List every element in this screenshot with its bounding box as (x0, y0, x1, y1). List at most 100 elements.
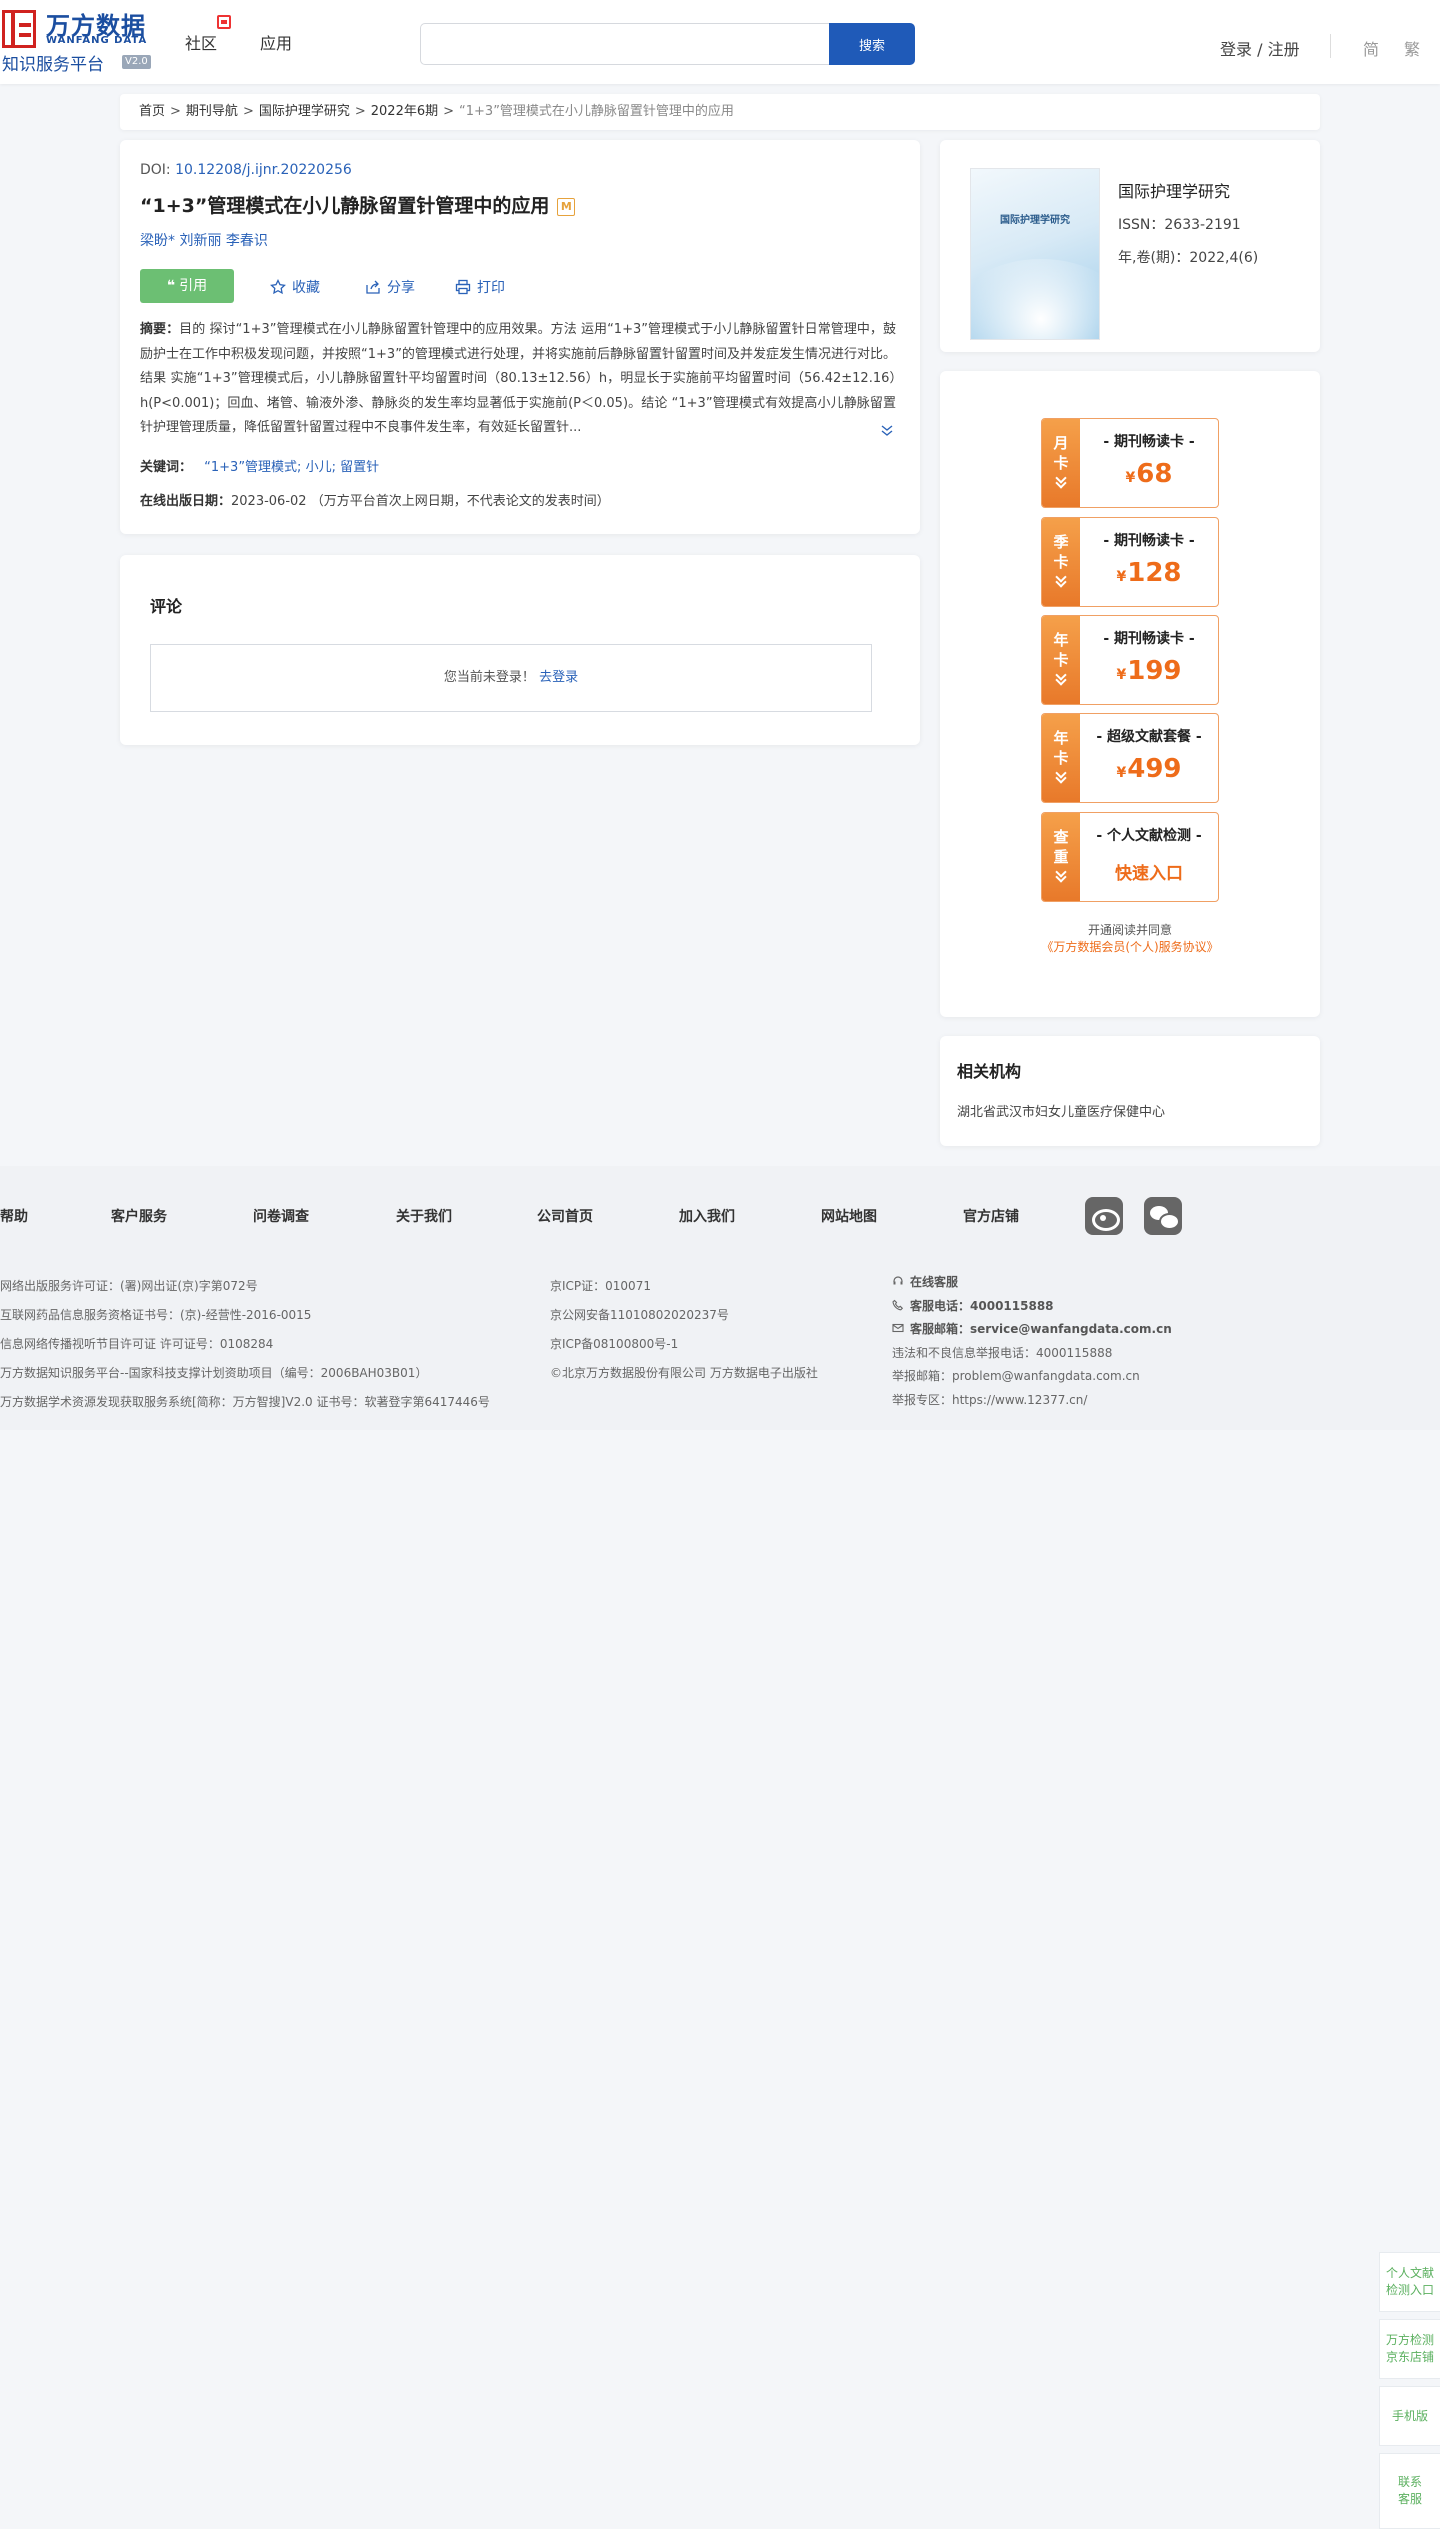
quick-entry-link[interactable]: 快速入口 (1080, 859, 1218, 884)
footer-link-join[interactable]: 加入我们 (679, 1206, 735, 1226)
offer-side-char: 重 (1053, 848, 1069, 866)
cite-button[interactable]: ❝ 引用 (140, 269, 234, 303)
keyword-links[interactable]: “1+3”管理模式; 小儿; 留置针 (204, 460, 379, 475)
offer-name: - 期刊畅读卡 - (1103, 631, 1195, 647)
nav-apps[interactable]: 应用 (260, 30, 292, 54)
share-icon (366, 280, 380, 294)
footer-icp-column: 京ICP证：010071 京公网安备11010802020237号 京ICP备0… (550, 1272, 818, 1388)
m-badge-icon[interactable]: M (557, 198, 576, 216)
nav-community[interactable]: 社区 (185, 30, 217, 54)
agreement-text: 开通阅读并同意 (1087, 923, 1172, 937)
footer-icp-line: ©北京万方数据股份有限公司 万方数据电子出版社 (550, 1366, 818, 1380)
footer-link-home[interactable]: 公司首页 (537, 1206, 593, 1226)
author-link[interactable]: 李春识 (226, 233, 268, 249)
double-chevron-icon (1056, 674, 1066, 684)
footer-link-store[interactable]: 官方店铺 (963, 1206, 1019, 1226)
offer-quarterly-card[interactable]: 季卡 - 期刊畅读卡 - ¥128 (1041, 517, 1219, 607)
breadcrumb-sep: > (354, 104, 366, 119)
share-button[interactable]: 分享 (365, 277, 415, 297)
favorite-label: 收藏 (292, 280, 320, 296)
headset-icon (893, 1276, 903, 1285)
float-jd-store[interactable]: 万方检测 京东店铺 (1379, 2319, 1440, 2379)
subscription-card: 月卡 - 期刊畅读卡 - ¥68 季卡 - 期刊畅读卡 - ¥128 年卡 - … (940, 371, 1320, 1017)
abstract-body: 目的 探讨“1+3”管理模式在小儿静脉留置针管理中的应用效果。方法 运用“1+3… (140, 322, 896, 435)
phone-value: 4000115888 (970, 1298, 1054, 1313)
breadcrumb-sep: > (170, 104, 181, 119)
report-phone: 违法和不良信息举报电话：4000115888 (892, 1345, 1113, 1360)
float-personal-check[interactable]: 个人文献 检测入口 (1379, 2252, 1440, 2312)
footer-license-column: 网络出版服务许可证：(署)网出证(京)字第072号 互联网药品信息服务资格证书号… (0, 1272, 490, 1417)
double-chevron-icon (1056, 871, 1066, 881)
author-link[interactable]: 刘新丽 (179, 233, 221, 249)
wanfang-logo[interactable]: 万方数据 WANFANG DATA 知识服务平台 V2.0 (0, 6, 160, 76)
offer-yearly-card[interactable]: 年卡 - 期刊畅读卡 - ¥199 (1041, 615, 1219, 705)
footer-link-help[interactable]: 帮助 (0, 1206, 28, 1226)
date-value: 2023-06-02 （万方平台首次上网日期，不代表论文的发表时间） (231, 494, 610, 509)
journal-name-link[interactable]: 国际护理学研究 (1118, 178, 1230, 202)
favorite-button[interactable]: 收藏 (270, 277, 320, 297)
offer-side-char: 年 (1053, 729, 1069, 747)
go-login-link[interactable]: 去登录 (539, 670, 578, 685)
double-chevron-icon (1056, 772, 1066, 782)
quote-icon: ❝ (166, 278, 176, 294)
offer-plagiarism-check[interactable]: 查重 - 个人文献检测 - 快速入口 (1041, 812, 1219, 902)
breadcrumb-issue[interactable]: 2022年6期 (371, 104, 438, 119)
offer-side-char: 卡 (1053, 651, 1069, 669)
phone-label: 客服电话： (910, 1298, 971, 1313)
footer-license-line: 网络出版服务许可证：(署)网出证(京)字第072号 (0, 1279, 258, 1293)
offer-name: - 超级文献套餐 - (1096, 729, 1202, 745)
footer-link-service[interactable]: 客户服务 (111, 1206, 167, 1226)
float-label: 客服 (1397, 2492, 1422, 2506)
offer-super-package[interactable]: 年卡 - 超级文献套餐 - ¥499 (1041, 713, 1219, 803)
offer-side-char: 查 (1053, 828, 1069, 846)
breadcrumb-home[interactable]: 首页 (139, 104, 165, 119)
login-register-link[interactable]: 登录 / 注册 (1220, 36, 1300, 60)
float-contact-service[interactable]: 联系 客服 (1379, 2453, 1440, 2529)
offer-price: ¥128 (1080, 558, 1218, 588)
currency-symbol: ¥ (1116, 765, 1127, 781)
price-value: 199 (1127, 656, 1182, 686)
currency-symbol: ¥ (1125, 470, 1136, 486)
service-agreement-link[interactable]: 《万方数据会员(个人)服务协议》 (940, 938, 1320, 955)
offer-side-tag: 查重 (1042, 813, 1080, 901)
doi-link[interactable]: 10.12208/j.ijnr.20220256 (175, 162, 352, 178)
footer-link-about[interactable]: 关于我们 (396, 1206, 452, 1226)
offer-side-tag: 季卡 (1042, 518, 1080, 606)
report-email: 举报邮箱：problem@wanfangdata.com.cn (892, 1369, 1140, 1383)
expand-chevron-icon[interactable] (880, 424, 894, 438)
author-link[interactable]: 梁盼* (140, 233, 175, 249)
offer-monthly-card[interactable]: 月卡 - 期刊畅读卡 - ¥68 (1041, 418, 1219, 508)
breadcrumb-journals[interactable]: 期刊导航 (186, 104, 238, 119)
email-label: 客服邮箱： (910, 1322, 971, 1336)
phone-icon (892, 1299, 904, 1310)
breadcrumb-journal[interactable]: 国际护理学研究 (259, 104, 350, 119)
institution-link[interactable]: 湖北省武汉市妇女儿童医疗保健中心 (957, 1101, 1165, 1120)
star-icon (270, 279, 286, 295)
lang-traditional[interactable]: 繁 (1404, 36, 1420, 60)
lang-simplified[interactable]: 简 (1363, 36, 1379, 60)
search-input[interactable] (420, 23, 830, 65)
journal-card: 国际护理学研究 国际护理学研究 ISSN：2633-2191 年,卷(期)：20… (940, 140, 1320, 352)
float-mobile[interactable]: 手机版 (1379, 2386, 1440, 2446)
abstract-text: 摘要：目的 探讨“1+3”管理模式在小儿静脉留置针管理中的应用效果。方法 运用“… (140, 318, 896, 442)
double-chevron-icon (1056, 477, 1066, 487)
footer-link-survey[interactable]: 问卷调查 (253, 1206, 309, 1226)
doi-label: DOI: (140, 162, 171, 178)
comment-title: 评论 (150, 597, 183, 616)
footer-link-sitemap[interactable]: 网站地图 (821, 1206, 877, 1226)
footer-license-line: 万方数据知识服务平台--国家科技支撑计划资助项目（编号：2006BAH03B01… (0, 1366, 428, 1380)
offer-price: ¥199 (1080, 656, 1218, 686)
footer-icp-line: 京公网安备11010802020237号 (550, 1308, 729, 1322)
journal-issue: 年,卷(期)：2022,4(6) (1118, 250, 1259, 266)
journal-issn: ISSN：2633-2191 (1118, 217, 1241, 233)
price-value: 68 (1136, 459, 1173, 489)
journal-cover[interactable]: 国际护理学研究 (970, 168, 1100, 340)
search-button[interactable]: 搜索 (829, 23, 915, 65)
weibo-icon[interactable] (1085, 1197, 1123, 1235)
print-button[interactable]: 打印 (455, 277, 505, 297)
online-service-link[interactable]: 在线客服 (892, 1271, 1172, 1295)
top-header: 万方数据 WANFANG DATA 知识服务平台 V2.0 社区 应用 搜索 登… (0, 0, 1440, 84)
cite-label: 引用 (179, 278, 208, 294)
wechat-icon[interactable] (1144, 1197, 1182, 1235)
footer-icp-line: 京ICP备08100800号-1 (550, 1337, 679, 1351)
